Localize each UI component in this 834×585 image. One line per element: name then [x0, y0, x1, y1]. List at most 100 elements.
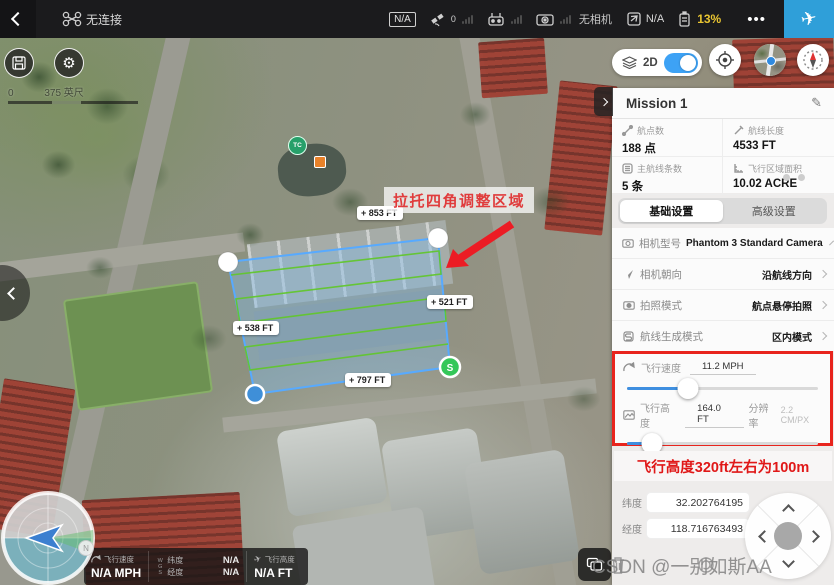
setting-label: 相机朝向: [640, 267, 757, 282]
save-icon: [12, 56, 26, 70]
tutorial-annotation-text: 拉托四角调整区域: [393, 190, 525, 211]
camera-signal-bars: [560, 15, 571, 24]
battery-group[interactable]: 13%: [678, 11, 721, 27]
more-menu-button[interactable]: •••: [739, 11, 774, 28]
top-status-bar: 无连接 N/A 0 无相机 N/A 13% ••• ✈: [0, 0, 834, 38]
stat-value: 188 点: [622, 140, 722, 156]
rc-signal-bars: [511, 15, 522, 24]
compass-needle-icon: [802, 49, 824, 71]
aircraft-status: 无连接: [62, 11, 122, 28]
mission-settings-button[interactable]: ⚙: [54, 48, 84, 78]
map-2d-switch[interactable]: [664, 53, 698, 73]
flight-mode-icon: [626, 11, 642, 27]
latitude-field[interactable]: 32.202764195: [646, 492, 750, 513]
tutorial-annotation: 拉托四角调整区域: [384, 187, 534, 213]
satellite-count: 0: [451, 14, 456, 24]
back-button[interactable]: [0, 0, 36, 38]
stats-page-dot-1[interactable]: [783, 174, 790, 181]
stat-value: 5 条: [622, 178, 722, 194]
stat-label: 飞行区域面积: [748, 162, 802, 175]
scale-end-label: 375 英尺: [44, 88, 83, 99]
panel-collapse-tab[interactable]: [594, 87, 613, 116]
longitude-field[interactable]: 118.716763493: [646, 518, 750, 539]
collapse-left-chevron-icon: [7, 287, 20, 300]
altitude-value: 164.0 FT: [685, 403, 743, 428]
takeoff-button[interactable]: ✈: [784, 0, 834, 38]
tab-advanced-settings[interactable]: 高级设置: [723, 200, 826, 222]
camera-status-label: 无相机: [579, 11, 612, 27]
telemetry-coords: WGS 纬度N/A 经度N/A: [149, 548, 246, 585]
map-layers-stack-icon: [622, 56, 637, 69]
drone-icon: [62, 11, 82, 27]
lat-telemetry-label: 纬度: [167, 556, 183, 566]
row-chevron-icon: [819, 301, 827, 309]
battery-percent: 13%: [697, 12, 721, 26]
gps-mode-group: N/A: [389, 12, 416, 27]
speed-icon: [623, 362, 635, 373]
edge-length-label-left: + 538 FT: [233, 321, 279, 335]
setting-value: 沿航线方向: [762, 267, 812, 282]
nudge-left-button[interactable]: [758, 530, 771, 543]
setting-row-photo-mode[interactable]: 拍照模式 航点悬停拍照: [612, 290, 834, 321]
row-chevron-icon: [819, 270, 827, 278]
locate-me-button[interactable]: [709, 44, 741, 76]
resolution-label: 分辨率: [749, 400, 776, 430]
stat-main-lines: 主航线条数 5 条: [612, 157, 723, 195]
nudge-up-button[interactable]: [782, 504, 795, 517]
compass-reset-button[interactable]: [797, 44, 829, 76]
route-length-icon: [733, 125, 744, 136]
latitude-label: 纬度: [622, 495, 646, 510]
mission-header: Mission 1 ✎: [612, 88, 834, 119]
map-2d-label: 2D: [643, 57, 658, 69]
save-mission-button[interactable]: [4, 48, 34, 78]
slider-section-red-highlight: 飞行速度 11.2 MPH 飞行高度 164.0 FT 分辨率 2.2 CM/P…: [612, 351, 833, 446]
setting-label: 相机型号: [639, 236, 681, 251]
altitude-slider-track[interactable]: [627, 442, 818, 445]
setting-value: Phantom 3 Standard Camera: [686, 238, 823, 249]
tab-basic-settings[interactable]: 基础设置: [620, 200, 723, 222]
nudge-center-button[interactable]: [774, 522, 802, 550]
altitude-telemetry-label: 飞行高度: [265, 554, 295, 565]
setting-value: 航点悬停拍照: [752, 298, 812, 313]
back-chevron-icon: [11, 12, 25, 26]
altitude-icon: [623, 410, 635, 420]
satellite-signal-bars: [462, 15, 473, 24]
setting-row-camera-heading[interactable]: 相机朝向 沿航线方向: [612, 259, 834, 290]
locate-crosshair-icon: [715, 50, 735, 70]
setting-row-route-mode[interactable]: 航线生成模式 区内模式: [612, 321, 834, 352]
flight-mode-group[interactable]: N/A: [626, 11, 664, 27]
speed-telemetry-label: 飞行速度: [104, 554, 134, 565]
scale-bar-line: [8, 101, 138, 104]
longitude-value: 118.716763493: [671, 523, 743, 535]
lng-telemetry-label: 经度: [167, 568, 183, 578]
edge-length-label-bottom: + 797 FT: [345, 373, 391, 387]
photo-mode-icon: [623, 300, 635, 310]
compass-north-label: N: [83, 544, 89, 553]
setting-row-camera-model[interactable]: 相机型号 Phantom 3 Standard Camera: [612, 228, 834, 259]
stat-value: 4533 FT: [733, 140, 834, 152]
speed-slider-track[interactable]: [627, 387, 818, 390]
mission-panel: Mission 1 ✎ 航点数 188 点 航线长度 4533 FT 主航线条数…: [612, 88, 834, 585]
stat-label: 航点数: [637, 124, 664, 137]
settings-list: 相机型号 Phantom 3 Standard Camera 相机朝向 沿航线方…: [612, 228, 834, 352]
map-2d-toggle-pill: 2D: [612, 49, 702, 76]
lng-telemetry-value: N/A: [223, 568, 239, 578]
flight-mode-value: N/A: [646, 13, 664, 25]
serpentine-lines-icon: [622, 163, 633, 174]
rc-signal-group: [487, 12, 522, 26]
speed-slider-thumb[interactable]: [678, 378, 699, 399]
stats-page-dot-2[interactable]: [798, 174, 805, 181]
setting-value: 区内模式: [772, 329, 812, 344]
nudge-right-button[interactable]: [807, 530, 820, 543]
resolution-value: 2.2 CM/PX: [781, 405, 820, 425]
altitude-telemetry-value: N/A FT: [254, 566, 295, 580]
csdn-watermark: CSDN @一别如斯AA: [592, 552, 834, 579]
edit-mission-icon[interactable]: ✎: [811, 95, 822, 111]
minimap-button[interactable]: [754, 44, 786, 76]
switch-knob: [680, 55, 696, 71]
speed-slider-header: 飞行速度 11.2 MPH: [615, 354, 830, 375]
telemetry-altitude: ✈飞行高度 N/A FT: [247, 548, 302, 585]
airplane-icon: ✈: [799, 6, 819, 32]
latitude-value: 32.202764195: [676, 497, 743, 509]
satellite-icon: [430, 12, 447, 27]
